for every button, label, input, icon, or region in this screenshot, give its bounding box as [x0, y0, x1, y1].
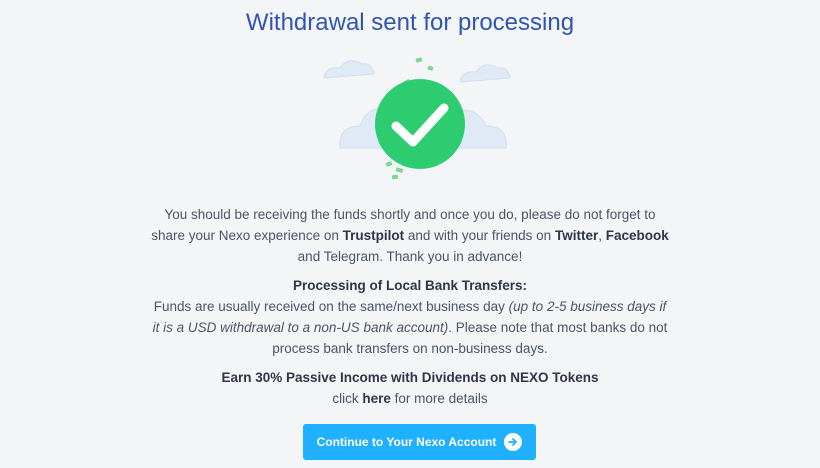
continue-button-label: Continue to Your Nexo Account: [316, 435, 497, 449]
local-transfers-text: Funds are usually received on the same/n…: [153, 299, 509, 314]
details-link[interactable]: here: [362, 391, 391, 406]
trustpilot-label: Trustpilot: [342, 228, 405, 243]
facebook-label: Facebook: [605, 228, 669, 243]
arrow-right-icon: [504, 433, 523, 451]
promo-heading: Earn 30% Passive Income with Dividends o…: [221, 370, 599, 385]
local-transfers-heading: Processing of Local Bank Transfers:: [292, 278, 528, 293]
promo-text: click: [332, 391, 363, 406]
promo-text: for more details: [390, 391, 488, 406]
success-check-icon: [323, 57, 511, 180]
twitter-label: Twitter: [554, 228, 599, 243]
message-text: ,: [598, 228, 606, 243]
message-text: and with your friends on: [404, 228, 555, 243]
local-transfers-info: Processing of Local Bank Transfers: Funds…: [150, 275, 670, 359]
continue-button[interactable]: Continue to Your Nexo Account: [303, 424, 536, 460]
message-text: and Telegram. Thank you in advance!: [297, 249, 523, 264]
success-message: You should be receiving the funds shortl…: [150, 204, 670, 267]
promo-section: Earn 30% Passive Income with Dividends o…: [150, 367, 670, 409]
page-title: Withdrawal sent for processing: [245, 9, 575, 36]
